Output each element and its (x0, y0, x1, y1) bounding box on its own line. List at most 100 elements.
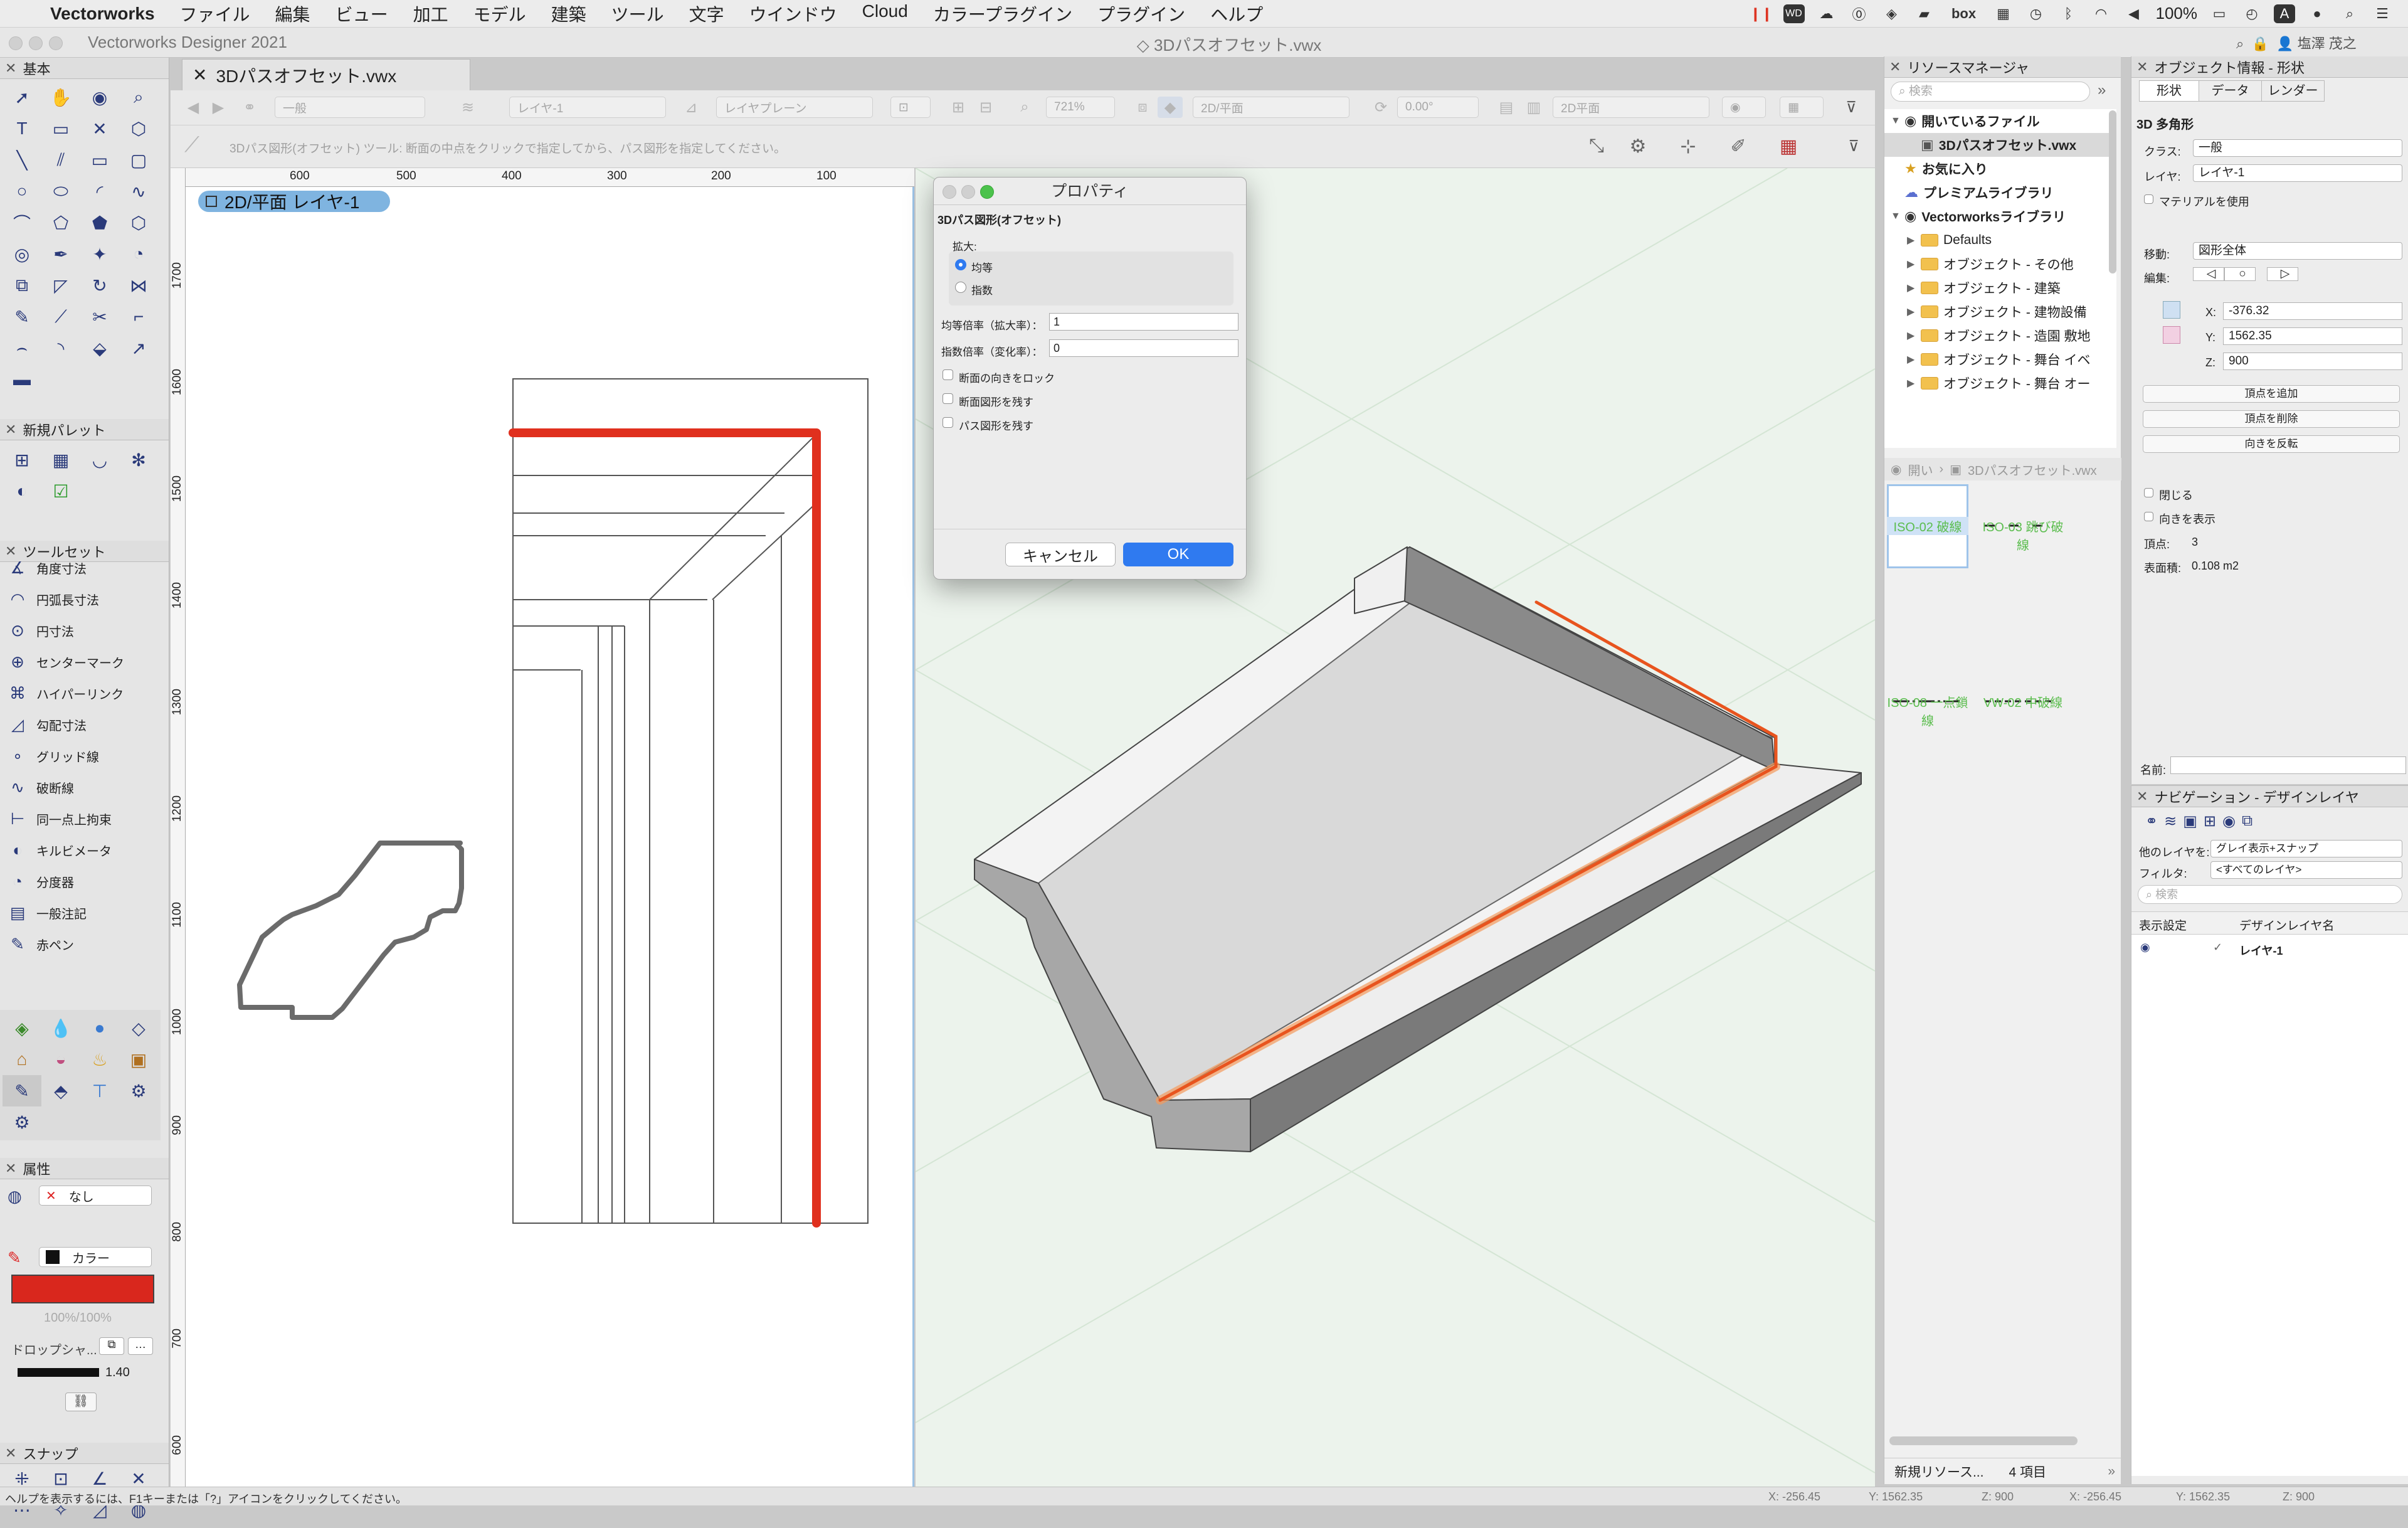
cloud-icon[interactable]: ☁ (1816, 4, 1837, 23)
column-visibility[interactable]: 表示設定 (2139, 916, 2187, 933)
reshape-tool-icon[interactable]: ◸ (41, 270, 80, 301)
grid-tool-icon[interactable]: ▦ (41, 444, 80, 475)
current-vertex-button[interactable]: ○ (2224, 267, 2256, 281)
viewports-nav-icon[interactable]: ⊞ (2204, 812, 2216, 830)
toolset-item[interactable]: ▤一般注記 (0, 897, 157, 928)
menu-item[interactable]: ウインドウ (737, 1, 850, 26)
flip-view-icon[interactable]: ⧈ (1130, 97, 1155, 118)
view-options-popup[interactable]: ⊡ (890, 97, 931, 118)
menu-app[interactable]: Vectorworks (38, 4, 167, 24)
lighting-icon[interactable]: ♨ (80, 1044, 119, 1075)
volume-icon[interactable]: ◀ (2123, 4, 2145, 23)
attribute-mapping-tool-icon[interactable]: ✦ (80, 238, 119, 270)
selected-path-polyline[interactable] (513, 433, 816, 1223)
site-planning-icon[interactable]: ◈ (3, 1012, 41, 1044)
selection-tool-icon[interactable]: ➚ (3, 82, 41, 113)
symbol-tool-icon[interactable]: ⬡ (119, 113, 158, 144)
section-profile-shape[interactable] (240, 843, 462, 1017)
zoom-field[interactable]: 721% (1046, 97, 1115, 118)
sheet-layers-nav-icon[interactable]: ▣ (2183, 812, 2197, 830)
active-plane-popup[interactable]: レイヤプレーン (716, 97, 873, 118)
fit-to-objects-icon[interactable]: ⊞ (946, 97, 971, 118)
link-attributes-icon[interactable]: ⛓ (65, 1393, 97, 1411)
offset-tool-icon[interactable]: ⌢ (3, 332, 41, 364)
toolset-item[interactable]: ⊕センターマーク (0, 646, 157, 677)
toolset-item[interactable]: ∡角度寸法 (0, 552, 157, 583)
menu-item[interactable]: ツール (599, 1, 677, 26)
rotate-tool-icon[interactable]: ↻ (80, 270, 119, 301)
mirror-tool-icon[interactable]: ⋈ (119, 270, 158, 301)
double-polygon-tool-icon[interactable]: ⬟ (80, 207, 119, 238)
move-popup[interactable]: 図形全体 (2193, 242, 2402, 260)
onepassword-icon[interactable]: ⓪ (1849, 4, 1870, 23)
resource-tree-item[interactable]: ☁プレミアムライブラリ (1884, 181, 2116, 204)
spiral-tool-icon[interactable]: ◎ (3, 238, 41, 270)
line-tool-icon[interactable]: ╲ (3, 144, 41, 176)
menu-item[interactable]: 文字 (677, 1, 737, 26)
messages-icon[interactable]: ▰ (1914, 4, 1935, 23)
pipe-icon[interactable]: ⊤ (80, 1075, 119, 1106)
light-options-popup[interactable]: ▦ (1780, 97, 1824, 118)
rotate-plan-icon[interactable]: ⟳ (1368, 97, 1393, 118)
radio-exponential[interactable] (955, 282, 966, 293)
cancel-button[interactable]: キャンセル (1005, 543, 1116, 566)
move-by-points-tool-icon[interactable]: ⬙ (80, 332, 119, 364)
split-tool-icon[interactable]: ✎ (3, 301, 41, 332)
close-icon[interactable]: ✕ (2136, 59, 2148, 75)
column-layer-name[interactable]: デザインレイヤ名 (2239, 916, 2334, 933)
titlebar-user[interactable]: ⌕ 🔒 👤 塩澤 茂之 (2236, 33, 2357, 53)
disclosure-icon[interactable]: ▶ (1907, 377, 1916, 390)
disclosure-icon[interactable]: ▶ (1907, 329, 1916, 342)
drop-shadow-settings[interactable]: … (128, 1337, 153, 1355)
detail-icon[interactable]: ⚙ (3, 1106, 41, 1138)
new-resource-button[interactable]: 新規リソース... (1894, 1462, 1983, 1481)
menu-item[interactable]: 編集 (263, 1, 323, 26)
pen-style-popup[interactable]: カラー (39, 1247, 152, 1267)
close-icon[interactable]: ✕ (5, 422, 16, 438)
projection-popup[interactable]: ◉ (1722, 97, 1766, 118)
check-tool-icon[interactable]: ☑ (41, 475, 80, 507)
settings-gear-icon[interactable]: ⚙ (1625, 135, 1650, 157)
dropbox-icon[interactable]: ◈ (1881, 4, 1903, 23)
resource-tree-item[interactable]: ▶オブジェクト - 舞台 オー (1884, 371, 2116, 395)
vertex-mode-icon[interactable] (2163, 301, 2180, 319)
layer-popup[interactable]: レイヤ-1 (2193, 164, 2402, 182)
toolset-item[interactable]: ⊙円寸法 (0, 615, 157, 646)
fill-style-popup[interactable]: ✕なし (39, 1186, 152, 1206)
plan-rotation-field[interactable]: 0.00° (1397, 97, 1479, 118)
active-class-popup[interactable]: 一般 (275, 97, 425, 118)
fabrication-icon[interactable]: ⬘ (41, 1075, 80, 1106)
drag-tool-icon[interactable]: ↗ (119, 332, 158, 364)
tree-scrollbar[interactable] (2109, 110, 2116, 273)
wall-tool-icon[interactable]: ⊞ (3, 444, 41, 475)
disclosure-icon[interactable]: ▼ (1891, 115, 1899, 127)
resource-label-1[interactable]: ISO-03 跳び破線 (1982, 517, 2064, 553)
resource-tree-item[interactable]: ▼◉開いているファイル (1884, 109, 2116, 133)
menu-item[interactable]: カラープラグイン (921, 1, 1085, 26)
wd-icon[interactable]: WD (1783, 4, 1805, 23)
parallels-icon[interactable]: ❙❙ (1751, 4, 1772, 23)
clip-tool-icon[interactable]: ⧉ (3, 270, 41, 301)
closed-checkbox[interactable] (2144, 488, 2153, 497)
disclosure-icon[interactable]: ▼ (1891, 211, 1899, 222)
disclosure-icon[interactable]: ▶ (1907, 282, 1916, 294)
flyover-tool-icon[interactable]: ◉ (80, 82, 119, 113)
dims-notes-icon[interactable]: ✎ (3, 1075, 41, 1106)
disclosure-icon[interactable]: ▶ (1907, 305, 1916, 318)
menu-item[interactable]: モデル (461, 1, 539, 26)
previous-vertex-button[interactable]: ◁ (2193, 267, 2224, 281)
oval-tool-icon[interactable]: ⬭ (41, 176, 80, 207)
resource-tree-item[interactable]: ★お気に入り (1884, 157, 2116, 181)
show-direction-checkbox[interactable] (2144, 512, 2153, 521)
classes-nav-icon[interactable]: ⚭ (2145, 812, 2158, 830)
visible-eye-icon[interactable]: ◉ (2140, 941, 2150, 954)
resource-tree-item[interactable]: ▶オブジェクト - その他 (1884, 252, 2116, 276)
delete-vertex-button[interactable]: 頂点を削除 (2143, 410, 2400, 428)
network-tool-icon[interactable]: ✻ (119, 444, 158, 475)
path-offset-tool-icon[interactable]: ◡ (80, 444, 119, 475)
back-icon[interactable]: ◀ (181, 97, 206, 118)
regular-polygon-tool-icon[interactable]: ⬡ (119, 207, 158, 238)
tab-render[interactable]: レンダー (2262, 80, 2325, 102)
resource-tree-item[interactable]: ▣3Dパスオフセット.vwx (1884, 133, 2116, 157)
class-options-icon[interactable]: ⚭ (237, 97, 262, 118)
